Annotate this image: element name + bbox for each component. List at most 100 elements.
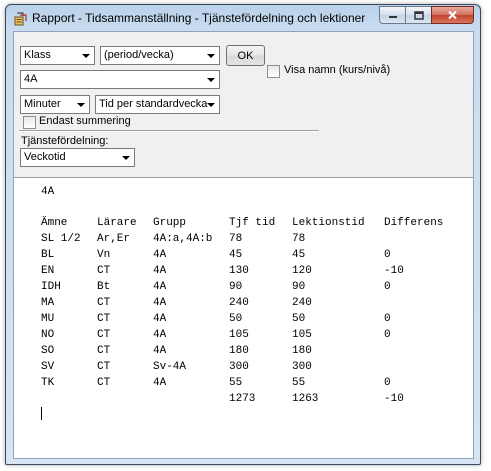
table-cell: SV	[41, 361, 55, 373]
table-cell: 45	[292, 249, 306, 261]
visa-namn-label: Visa namn (kurs/nivå)	[284, 64, 391, 76]
report-heading: 4A	[41, 186, 55, 198]
table-cell: IDH	[41, 281, 61, 293]
table-cell: CT	[97, 297, 111, 309]
class-select-value: 4A	[24, 73, 38, 85]
table-cell: SO	[41, 345, 55, 357]
table-cell: 300	[229, 361, 249, 373]
report-header-row: Ämne Lärare Grupp Tjf tid Lektionstid Di…	[41, 217, 454, 233]
column-header: Differens	[384, 217, 444, 229]
chevron-down-icon	[203, 97, 218, 112]
table-cell: 105	[229, 329, 249, 341]
caption-buttons	[379, 6, 474, 24]
totals-row: 1273 1263 -10	[41, 393, 454, 409]
table-cell: 0	[384, 377, 391, 389]
ok-button[interactable]: OK	[226, 45, 265, 66]
period-select[interactable]: (period/vecka)	[100, 46, 220, 65]
table-cell: 300	[292, 361, 312, 373]
table-cell: 4A	[153, 377, 167, 389]
total-lektionstid: 1263	[292, 393, 319, 405]
class-select[interactable]: 4A	[20, 70, 220, 89]
chevron-down-icon	[78, 48, 93, 63]
table-cell: 0	[384, 329, 391, 341]
table-row: EN CT 4A 130 120 -10	[41, 265, 454, 281]
minimize-icon	[388, 16, 397, 18]
table-cell	[97, 393, 153, 409]
maximize-button[interactable]	[405, 6, 431, 24]
table-cell: BL	[41, 249, 55, 261]
table-cell	[153, 393, 229, 409]
visa-namn-checkbox[interactable]	[267, 65, 280, 78]
column-header: Lärare	[97, 217, 137, 229]
table-cell: Bt	[97, 281, 111, 293]
table-cell: 105	[292, 329, 312, 341]
table-cell: 50	[229, 313, 243, 325]
chevron-down-icon	[118, 150, 133, 165]
close-button[interactable]	[431, 6, 474, 24]
table-cell: NO	[41, 329, 55, 341]
maximize-icon	[413, 10, 424, 20]
period-select-value: (period/vecka)	[104, 49, 174, 61]
table-cell: 4A	[153, 297, 167, 309]
table-cell: CT	[97, 345, 111, 357]
table-cell: EN	[41, 265, 55, 277]
minimize-button[interactable]	[379, 6, 405, 24]
table-cell: 4A	[153, 281, 167, 293]
time-basis-select[interactable]: Tid per standardvecka	[95, 95, 220, 114]
tjanstefordelning-label: Tjänstefördelning:	[21, 135, 109, 147]
table-cell: Ar,Er	[97, 233, 131, 245]
table-cell: CT	[97, 377, 111, 389]
title-bar[interactable]: Rapport - Tidsammanställning - Tjänstefö…	[6, 5, 480, 31]
chevron-down-icon	[73, 97, 88, 112]
table-cell: CT	[97, 313, 111, 325]
table-cell: CT	[97, 361, 111, 373]
table-row: SO CT 4A 180 180	[41, 345, 454, 361]
table-cell: 4A:a,4A:b	[153, 233, 213, 245]
table-cell: 90	[229, 281, 243, 293]
klass-select[interactable]: Klass	[20, 46, 95, 65]
close-icon	[448, 10, 457, 20]
table-cell: Sv-4A	[153, 361, 187, 373]
table-cell: TK	[41, 377, 55, 389]
table-cell: 180	[292, 345, 312, 357]
tjanstefordelning-select[interactable]: Veckotid	[20, 148, 135, 167]
table-cell: 90	[292, 281, 306, 293]
table-cell: 4A	[153, 249, 167, 261]
table-cell: CT	[97, 329, 111, 341]
divider	[19, 130, 319, 132]
endast-summering-label: Endast summering	[39, 115, 131, 127]
table-cell	[384, 297, 454, 313]
endast-summering-checkbox[interactable]	[23, 116, 36, 129]
table-cell: MA	[41, 297, 55, 309]
text-caret	[41, 407, 42, 420]
table-cell	[384, 361, 454, 377]
report-text-area[interactable]: 4A Ämne Lärare Grupp Tjf tid Lektionstid…	[14, 177, 473, 458]
report-table: Ämne Lärare Grupp Tjf tid Lektionstid Di…	[41, 217, 454, 409]
column-header: Tjf tid	[229, 217, 276, 229]
chevron-down-icon	[203, 48, 218, 63]
table-cell: 4A	[153, 345, 167, 357]
table-row: MA CT 4A 240 240	[41, 297, 454, 313]
client-area: Klass (period/vecka) OK Visa namn (kurs/…	[13, 31, 474, 459]
table-cell: 240	[292, 297, 312, 309]
table-row: SV CT Sv-4A 300 300	[41, 361, 454, 377]
unit-select-value: Minuter	[24, 98, 61, 110]
unit-select[interactable]: Minuter	[20, 95, 90, 114]
table-cell: MU	[41, 313, 55, 325]
table-cell: 4A	[153, 313, 167, 325]
time-basis-select-value: Tid per standardvecka	[99, 98, 208, 110]
report-window: Rapport - Tidsammanställning - Tjänstefö…	[5, 4, 481, 465]
table-cell: 4A	[153, 265, 167, 277]
table-cell: 50	[292, 313, 306, 325]
table-cell	[41, 393, 97, 409]
table-cell: 45	[229, 249, 243, 261]
table-cell: 0	[384, 249, 391, 261]
table-cell: 0	[384, 281, 391, 293]
column-header: Grupp	[153, 217, 187, 229]
table-row: TK CT 4A 55 55 0	[41, 377, 454, 393]
window-title: Rapport - Tidsammanställning - Tjänstefö…	[32, 11, 366, 25]
table-row: IDH Bt 4A 90 90 0	[41, 281, 454, 297]
table-cell: -10	[384, 265, 404, 277]
table-cell: 78	[292, 233, 306, 245]
total-differens: -10	[384, 393, 404, 405]
